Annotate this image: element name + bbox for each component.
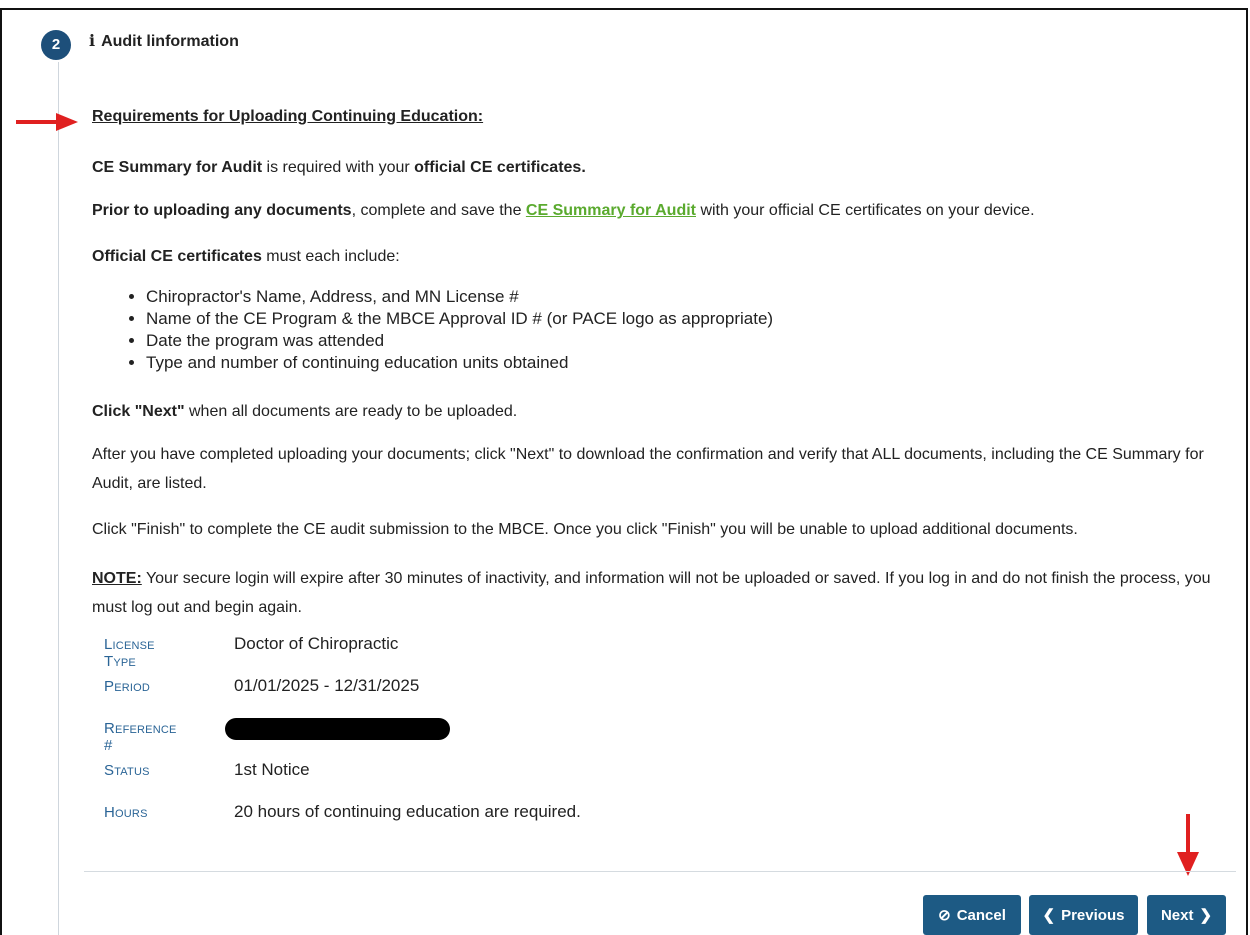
next-label: Next bbox=[1160, 907, 1194, 924]
info-icon: i bbox=[89, 31, 96, 50]
step-title-text: Audit linformation bbox=[101, 33, 239, 50]
period-label: Period bbox=[104, 678, 151, 695]
redacted-reference-value bbox=[225, 718, 450, 740]
footer-divider bbox=[84, 871, 1236, 872]
license-type-value: Doctor of Chiropractic bbox=[234, 634, 399, 653]
audit-information-content: Requirements for Uploading Continuing Ed… bbox=[92, 108, 1232, 821]
step-connector-line bbox=[58, 62, 59, 935]
click-next-paragraph: Click "Next" when all documents are read… bbox=[92, 398, 517, 425]
previous-button[interactable]: ❮ Previous bbox=[1029, 895, 1138, 935]
status-label: Status bbox=[104, 762, 150, 779]
period-value: 01/01/2025 - 12/31/2025 bbox=[234, 676, 420, 695]
prior-paragraph: Prior to uploading any documents, comple… bbox=[92, 197, 1035, 224]
list-item: Date the program was attended bbox=[146, 330, 773, 352]
reference-label: Reference # bbox=[104, 720, 177, 754]
summary-paragraph: CE Summary for Audit is required with yo… bbox=[92, 154, 586, 181]
prior-bold: Prior to uploading any documents bbox=[92, 202, 352, 219]
note-text: Your secure login will expire after 30 m… bbox=[92, 570, 1211, 616]
chevron-left-icon: ❮ bbox=[1042, 907, 1056, 924]
summary-bold-2: official CE certificates. bbox=[414, 159, 586, 176]
prior-text-1: , complete and save the bbox=[351, 202, 526, 219]
official-text: must each include: bbox=[261, 248, 400, 265]
hours-value: 20 hours of continuing education are req… bbox=[234, 802, 581, 821]
license-type-label: License Type bbox=[104, 636, 155, 670]
annotation-arrow-down-icon bbox=[1177, 814, 1199, 876]
list-item: Name of the CE Program & the MBCE Approv… bbox=[146, 308, 773, 330]
next-button[interactable]: Next ❯ bbox=[1147, 895, 1226, 935]
annotation-arrow-right-icon bbox=[16, 113, 78, 131]
summary-text: is required with your bbox=[262, 159, 415, 176]
step-number-badge: 2 bbox=[41, 30, 71, 60]
cancel-button[interactable]: ⊘ Cancel bbox=[923, 895, 1021, 935]
list-item: Chiropractor's Name, Address, and MN Lic… bbox=[146, 286, 773, 308]
summary-bold-1: CE Summary for Audit bbox=[92, 159, 263, 176]
official-bold: Official CE certificates bbox=[92, 248, 262, 265]
click-next-bold: Click "Next" bbox=[92, 403, 185, 420]
step-title: i Audit linformation bbox=[89, 31, 239, 51]
official-paragraph: Official CE certificates must each inclu… bbox=[92, 243, 400, 270]
status-value: 1st Notice bbox=[234, 760, 310, 779]
ce-summary-link[interactable]: CE Summary for Audit bbox=[526, 202, 696, 219]
list-item: Type and number of continuing education … bbox=[146, 352, 773, 374]
click-next-text: when all documents are ready to be uploa… bbox=[184, 403, 518, 420]
cancel-icon: ⊘ bbox=[938, 907, 951, 924]
after-upload-paragraph: After you have completed uploading your … bbox=[92, 446, 1204, 492]
chevron-right-icon: ❯ bbox=[1199, 907, 1213, 924]
hours-label: Hours bbox=[104, 804, 148, 821]
finish-paragraph: Click "Finish" to complete the CE audit … bbox=[92, 521, 1078, 538]
requirements-heading: Requirements for Uploading Continuing Ed… bbox=[92, 108, 484, 125]
certificate-requirements-list: Chiropractor's Name, Address, and MN Lic… bbox=[86, 286, 773, 374]
prior-text-2: with your official CE certificates on yo… bbox=[696, 202, 1035, 219]
note-paragraph: NOTE: Your secure login will expire afte… bbox=[92, 564, 1217, 622]
note-bold: NOTE: bbox=[92, 570, 142, 587]
previous-label: Previous bbox=[1061, 907, 1125, 924]
cancel-label: Cancel bbox=[956, 907, 1006, 924]
